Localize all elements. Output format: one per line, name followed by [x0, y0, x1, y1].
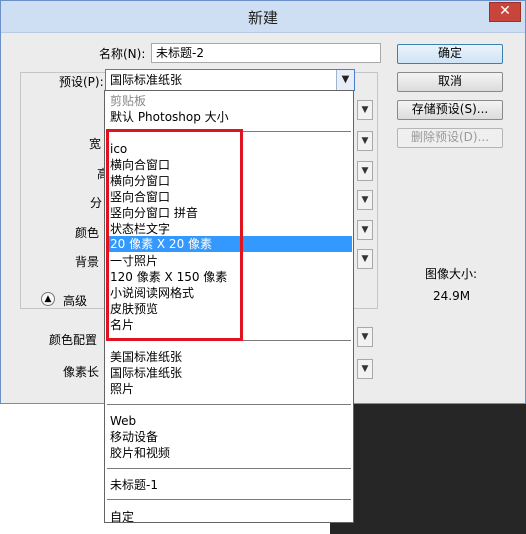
image-size-value: 24.9M	[433, 289, 471, 303]
dialog-title: 新建	[247, 9, 278, 27]
preset-value: 国际标准纸张	[110, 73, 183, 87]
annotation-highlight-box	[106, 129, 243, 341]
chevron-down-icon[interactable]: ▼	[357, 327, 373, 347]
chevron-down-icon[interactable]: ▼	[336, 70, 354, 90]
preset-label: 预设(P):	[57, 73, 106, 90]
list-item[interactable]: 移动设备	[106, 429, 352, 445]
chevron-down-icon[interactable]: ▼	[357, 359, 373, 379]
background-label: 背景	[75, 255, 100, 269]
cancel-button[interactable]: 取消	[397, 72, 503, 92]
separator	[107, 404, 351, 405]
title-bar[interactable]: 新建 ✕	[1, 1, 525, 33]
advanced-label[interactable]: 高级	[63, 292, 87, 309]
list-item[interactable]: 国际标准纸张	[106, 365, 352, 381]
pixel-aspect-label: 像素长	[63, 365, 100, 379]
list-item[interactable]: 胶片和视频	[106, 445, 352, 461]
list-item[interactable]: 剪贴板	[106, 93, 352, 109]
width-label: 宽	[89, 137, 102, 151]
ok-button[interactable]: 确定	[397, 44, 503, 64]
separator	[107, 499, 351, 500]
list-item[interactable]: 默认 Photoshop 大小	[106, 109, 352, 125]
color-profile-label: 颜色配置	[49, 333, 98, 347]
close-icon: ✕	[499, 3, 511, 19]
delete-preset-button: 删除预设(D)...	[397, 128, 503, 148]
chevron-down-icon[interactable]: ▼	[357, 100, 373, 120]
close-button[interactable]: ✕	[489, 2, 521, 22]
separator	[107, 468, 351, 469]
chevron-up-circle-icon[interactable]: ▲	[41, 292, 55, 306]
color-mode-label: 颜色	[75, 226, 100, 240]
chevron-down-icon[interactable]: ▼	[357, 249, 373, 269]
image-size-label: 图像大小:	[425, 267, 478, 281]
list-item[interactable]: Web	[106, 413, 352, 429]
chevron-down-icon[interactable]: ▼	[357, 190, 373, 210]
save-preset-button[interactable]: 存储预设(S)...	[397, 100, 503, 120]
list-item[interactable]: 美国标准纸张	[106, 349, 352, 365]
preset-select[interactable]: 国际标准纸张 ▼	[105, 69, 355, 91]
canvas-background	[330, 404, 526, 534]
list-item[interactable]: 照片	[106, 381, 352, 397]
name-label: 名称(N):	[99, 47, 146, 61]
chevron-down-icon[interactable]: ▼	[357, 161, 373, 181]
chevron-down-icon[interactable]: ▼	[357, 220, 373, 240]
list-item[interactable]: 自定	[106, 509, 352, 525]
name-input[interactable]: 未标题-2	[151, 43, 381, 63]
resolution-label: 分	[90, 196, 103, 210]
chevron-down-icon[interactable]: ▼	[357, 131, 373, 151]
list-item[interactable]: 未标题-1	[106, 477, 352, 493]
